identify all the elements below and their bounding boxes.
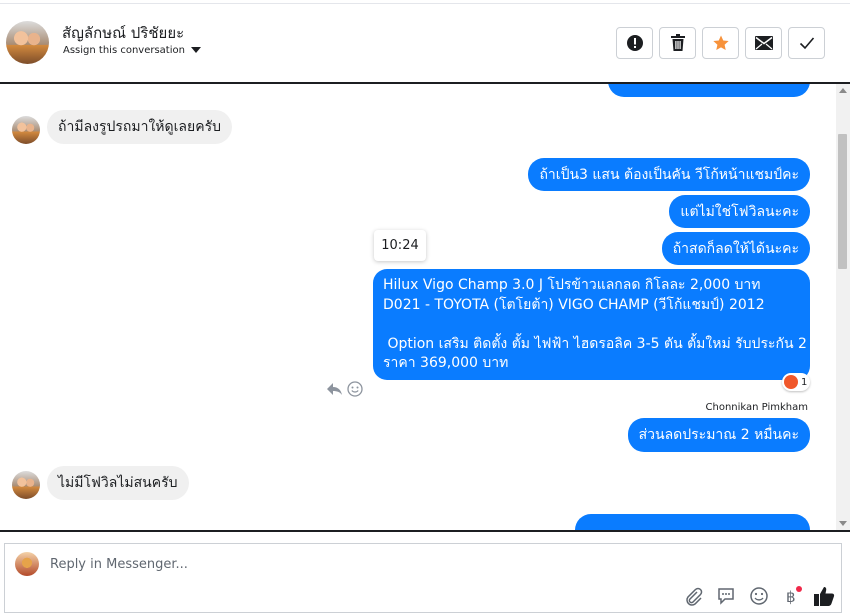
message-bubble-clipped[interactable] [575,514,810,530]
react-icon[interactable] [347,381,363,397]
thread-scrollbar[interactable] [836,84,850,530]
message-line-blank [383,315,800,335]
message-bubble-incoming[interactable]: ไม่มีโฟวิลไม่สนครับ [47,466,189,500]
trash-icon [670,34,685,51]
delete-button[interactable] [659,27,696,59]
reply-composer[interactable]: Reply in Messenger... ฿ [4,543,842,613]
message-line: Option เสริม ติดตั้ง ตั้ม ไฟฟ้า ไฮดรอลิค… [383,335,821,352]
star-icon [712,35,729,51]
check-icon [799,37,814,50]
message-bubble-outgoing-long[interactable]: Hilux Vigo Champ 3.0 J โปรข้าวแลกลด กิโล… [373,269,821,380]
contact-avatar[interactable] [6,21,49,64]
scroll-up-icon[interactable] [839,88,847,93]
message-text: ส่วนลดประมาณ 2 หมื่นคะ [638,427,799,443]
message-line: ราคา 369,000 บาท [383,355,509,371]
message-bubble-clipped[interactable] [608,84,810,97]
message-text: ถ้าเป็น3 แสน ต้องเป็นคัน วีโก้หน้าแชมป์ค… [539,167,799,183]
assign-conversation-dropdown[interactable]: Assign this conversation [63,45,201,56]
message-text: ถ้าสดก็ลดให้ได้นะคะ [672,241,799,257]
payment-icon[interactable]: ฿ [782,586,802,606]
top-divider [0,3,850,4]
reply-icon[interactable] [326,381,343,397]
spam-icon [626,35,643,51]
scrollbar-thumb[interactable] [838,134,847,269]
mail-icon [754,36,773,50]
svg-text:฿: ฿ [786,588,796,606]
caret-down-icon [190,47,201,53]
saved-reply-icon[interactable] [716,586,736,606]
message-thread[interactable]: ถ้ามีลงรูปรถมาให้ดูเลยครับ ถ้าเป็น3 แสน … [0,84,850,532]
reaction-badge[interactable]: 1 [782,373,811,391]
message-bubble-outgoing[interactable]: ถ้าเป็น3 แสน ต้องเป็นคัน วีโก้หน้าแชมป์ค… [528,158,810,191]
angry-reaction-icon [784,375,798,389]
contact-avatar-small [12,471,40,499]
sender-name: Chonnikan Pimkham [705,402,808,413]
contact-avatar-small [12,116,40,144]
star-button[interactable] [702,27,739,59]
message-bubble-outgoing[interactable]: แต่ไม่ใช่โฟวิลนะคะ [669,195,810,228]
message-bubble-incoming[interactable]: ถ้ามีลงรูปรถมาให้ดูเลยครับ [47,110,232,144]
message-bubble-outgoing[interactable]: ส่วนลดประมาณ 2 หมื่นคะ [627,418,810,452]
reaction-count: 1 [801,376,808,388]
assign-label: Assign this conversation [63,45,185,56]
mark-unread-button[interactable] [745,27,782,59]
message-text: แต่ไม่ใช่โฟวิลนะคะ [680,204,799,220]
attach-icon[interactable] [683,586,703,606]
emoji-icon[interactable] [749,586,769,606]
mark-spam-button[interactable] [616,27,653,59]
message-text: ไม่มีโฟวิลไม่สนครับ [58,475,178,491]
message-bubble-outgoing[interactable]: ถ้าสดก็ลดให้ได้นะคะ [661,232,810,265]
page-avatar [15,552,39,576]
mark-done-button[interactable] [788,27,825,59]
message-line: Hilux Vigo Champ 3.0 J โปรข้าวแลกลด กิโล… [383,277,761,293]
reply-input[interactable]: Reply in Messenger... [50,557,188,572]
contact-name[interactable]: สัญลักษณ์ ปริชัยยะ [62,21,184,45]
timestamp-tooltip: 10:24 [374,230,426,261]
message-line: D021 - TOYOTA (โตโยต้า) VIGO CHAMP (วีโก… [383,296,765,313]
conversation-header: สัญลักษณ์ ปริชัยยะ Assign this conversat… [0,0,850,84]
scroll-down-icon[interactable] [839,521,847,526]
message-text: ถ้ามีลงรูปรถมาให้ดูเลยครับ [58,119,221,135]
like-icon[interactable] [813,585,835,607]
